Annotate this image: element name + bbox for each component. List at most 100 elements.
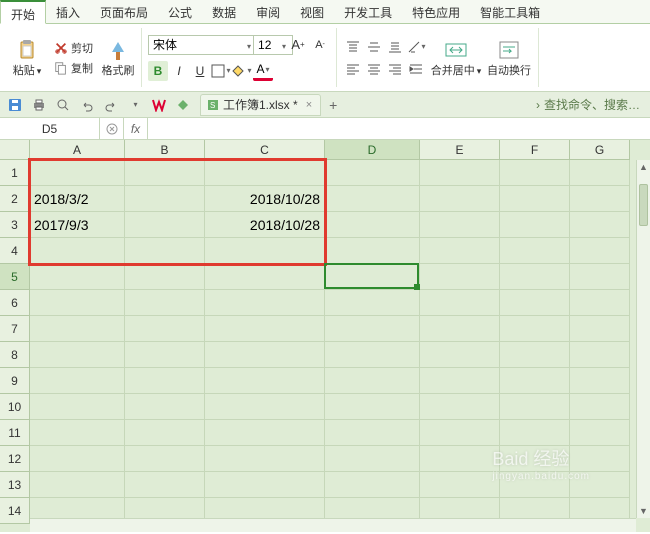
cell[interactable] [325,368,420,394]
ribbon-tab[interactable]: 视图 [290,0,334,23]
redo-button[interactable] [100,95,122,115]
cell[interactable] [420,368,500,394]
ribbon-tab[interactable]: 智能工具箱 [470,0,550,23]
cell[interactable] [30,316,125,342]
italic-button[interactable]: I [169,61,189,81]
column-header[interactable]: C [205,140,325,160]
cell[interactable] [500,368,570,394]
cell[interactable] [325,160,420,186]
cell[interactable] [125,420,205,446]
cell[interactable] [500,238,570,264]
merge-center-button[interactable]: 合并居中▾ [428,29,484,87]
column-header[interactable]: E [420,140,500,160]
row-header[interactable]: 10 [0,394,30,420]
cell[interactable] [570,290,630,316]
cell[interactable] [570,238,630,264]
cell[interactable] [325,316,420,342]
row-header[interactable]: 5 [0,264,30,290]
cell[interactable] [500,342,570,368]
ribbon-tab[interactable]: 审阅 [246,0,290,23]
cell[interactable] [325,394,420,420]
increase-font-button[interactable]: A+ [288,35,308,55]
indent-button[interactable] [406,59,426,79]
cell[interactable] [420,290,500,316]
close-tab-button[interactable]: × [306,99,312,111]
cell[interactable] [500,290,570,316]
undo-button[interactable] [76,95,98,115]
paste-button[interactable]: 粘贴▾ [6,29,48,87]
cell[interactable] [420,420,500,446]
cell[interactable] [125,290,205,316]
cell[interactable] [500,316,570,342]
cell[interactable] [325,446,420,472]
cell[interactable] [570,342,630,368]
cell[interactable] [205,316,325,342]
cell[interactable] [30,446,125,472]
cell[interactable] [325,342,420,368]
column-header[interactable]: G [570,140,630,160]
row-header[interactable]: 1 [0,160,30,186]
cell[interactable] [570,186,630,212]
cell[interactable] [325,420,420,446]
cell[interactable] [570,394,630,420]
align-center-button[interactable] [364,59,384,79]
row-header[interactable]: 2 [0,186,30,212]
row-header[interactable]: 4 [0,238,30,264]
align-middle-button[interactable] [364,37,384,57]
scroll-thumb[interactable] [639,184,648,226]
cell[interactable] [205,420,325,446]
cell[interactable] [325,186,420,212]
document-tab[interactable]: S 工作簿1.xlsx * × [200,94,321,116]
bold-button[interactable]: B [148,61,168,81]
cell[interactable] [325,212,420,238]
ribbon-tab[interactable]: 页面布局 [90,0,158,23]
row-header[interactable]: 13 [0,472,30,498]
wrap-text-button[interactable]: 自动换行 [484,29,534,87]
column-header[interactable]: B [125,140,205,160]
align-right-button[interactable] [385,59,405,79]
row-header[interactable]: 12 [0,446,30,472]
cell[interactable] [125,472,205,498]
fill-color-button[interactable] [232,61,252,81]
cell[interactable] [570,446,630,472]
align-top-button[interactable] [343,37,363,57]
insert-function-button[interactable]: fx [124,118,148,139]
cell[interactable] [30,290,125,316]
cell[interactable] [420,446,500,472]
formula-input[interactable] [148,118,650,139]
ribbon-tab[interactable]: 插入 [46,0,90,23]
new-tab-button[interactable]: + [329,97,337,113]
cell[interactable] [420,160,500,186]
cell[interactable] [570,160,630,186]
cell-area[interactable]: 2018/3/22018/10/282017/9/32018/10/28 [30,160,636,518]
cell[interactable] [420,186,500,212]
cell[interactable] [500,264,570,290]
cell[interactable] [205,264,325,290]
preview-button[interactable] [52,95,74,115]
cell[interactable] [125,394,205,420]
cell[interactable] [30,472,125,498]
ribbon-tab[interactable]: 特色应用 [402,0,470,23]
cell[interactable] [125,238,205,264]
cell[interactable] [325,238,420,264]
ribbon-tab[interactable]: 开始 [0,0,46,24]
underline-button[interactable]: U [190,61,210,81]
cell[interactable] [420,472,500,498]
cell[interactable] [205,342,325,368]
ribbon-tab[interactable]: 公式 [158,0,202,23]
cell[interactable] [500,186,570,212]
row-header[interactable]: 3 [0,212,30,238]
align-left-button[interactable] [343,59,363,79]
format-painter-button[interactable]: 格式刷 [99,29,137,87]
cell[interactable] [420,264,500,290]
scroll-down-button[interactable]: ▼ [637,504,650,518]
orientation-button[interactable] [406,37,426,57]
cell[interactable] [205,472,325,498]
cell[interactable] [420,394,500,420]
cell[interactable] [125,368,205,394]
decrease-font-button[interactable]: A- [310,35,330,55]
save-button[interactable] [4,95,26,115]
qat-customize[interactable] [124,95,146,115]
cell[interactable] [325,290,420,316]
row-header[interactable]: 14 [0,498,30,524]
